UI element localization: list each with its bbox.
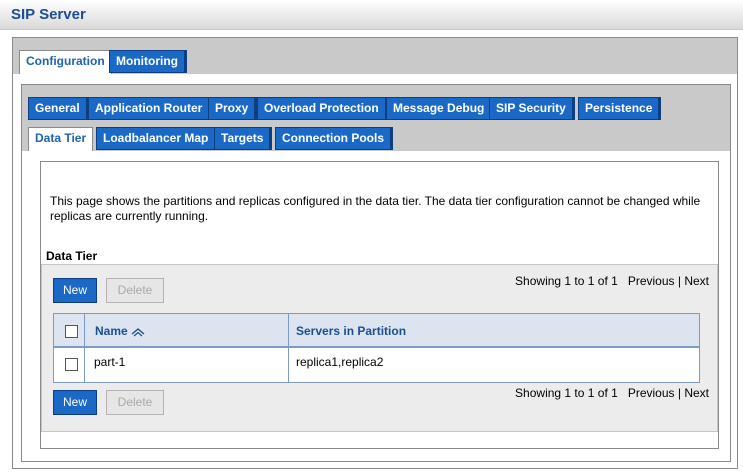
tab-general[interactable]: General — [28, 97, 89, 120]
column-header-servers: Servers in Partition — [296, 324, 407, 338]
app-title: SIP Server — [11, 6, 86, 23]
tab-message-debug[interactable]: Message Debug — [386, 97, 494, 120]
page-description: This page shows the partitions and repli… — [50, 194, 701, 223]
pager-top: Showing 1 to 1 of 1 Previous | Next — [515, 274, 709, 288]
pager-status: Showing 1 to 1 of 1 — [515, 386, 618, 400]
pager-previous-link[interactable]: Previous — [628, 274, 675, 288]
tab-connection-pools[interactable]: Connection Pools — [275, 127, 393, 150]
cell-name: part-1 — [94, 355, 126, 369]
pager-separator: | — [677, 274, 681, 288]
inner-panel: General Application Router Proxy Overloa… — [21, 84, 731, 462]
tab-sip-security[interactable]: SIP Security — [489, 97, 575, 120]
column-header-name-label: Name — [95, 324, 128, 338]
new-button-top[interactable]: New — [53, 278, 97, 303]
grid-header: Name Servers in Partition — [54, 314, 699, 348]
cell-servers: replica1,replica2 — [296, 355, 384, 369]
inner-tabbar: General Application Router Proxy Overloa… — [22, 85, 730, 151]
app-header: SIP Server — [0, 0, 743, 30]
delete-button-bottom[interactable]: Delete — [106, 390, 164, 415]
grid-divider — [84, 314, 85, 382]
section-title: Data Tier — [46, 249, 98, 263]
tab-application-router[interactable]: Application Router — [88, 97, 212, 120]
content-panel: This page shows the partitions and repli… — [40, 161, 719, 449]
grid-divider — [288, 314, 289, 382]
pager-status: Showing 1 to 1 of 1 — [515, 274, 618, 288]
tab-proxy[interactable]: Proxy — [208, 97, 258, 120]
new-button-bottom[interactable]: New — [53, 390, 97, 415]
tab-targets[interactable]: Targets — [214, 127, 273, 150]
data-tier-grid: Name Servers in Partition part-1 replica… — [53, 313, 700, 383]
select-all-checkbox[interactable] — [65, 325, 78, 338]
sort-ascending-icon — [131, 327, 145, 337]
row-checkbox[interactable] — [65, 358, 78, 371]
outer-tabbar: Configuration Monitoring — [13, 38, 737, 74]
data-tier-table-container: New Delete Showing 1 to 1 of 1 Previous … — [41, 264, 718, 432]
tab-data-tier[interactable]: Data Tier — [28, 127, 94, 151]
tab-loadbalancer-map[interactable]: Loadbalancer Map — [96, 127, 218, 150]
tab-monitoring[interactable]: Monitoring — [109, 50, 187, 73]
delete-button-top[interactable]: Delete — [106, 278, 164, 303]
outer-panel: Configuration Monitoring General Applica… — [12, 37, 738, 469]
pager-bottom: Showing 1 to 1 of 1 Previous | Next — [515, 386, 709, 400]
pager-separator: | — [677, 386, 681, 400]
pager-previous-link[interactable]: Previous — [628, 386, 675, 400]
pager-next-link[interactable]: Next — [684, 274, 709, 288]
pager-next-link[interactable]: Next — [684, 386, 709, 400]
tab-configuration[interactable]: Configuration — [19, 50, 112, 74]
tab-persistence[interactable]: Persistence — [578, 97, 662, 120]
column-header-name[interactable]: Name — [95, 324, 145, 338]
tab-overload-protection[interactable]: Overload Protection — [257, 97, 388, 120]
